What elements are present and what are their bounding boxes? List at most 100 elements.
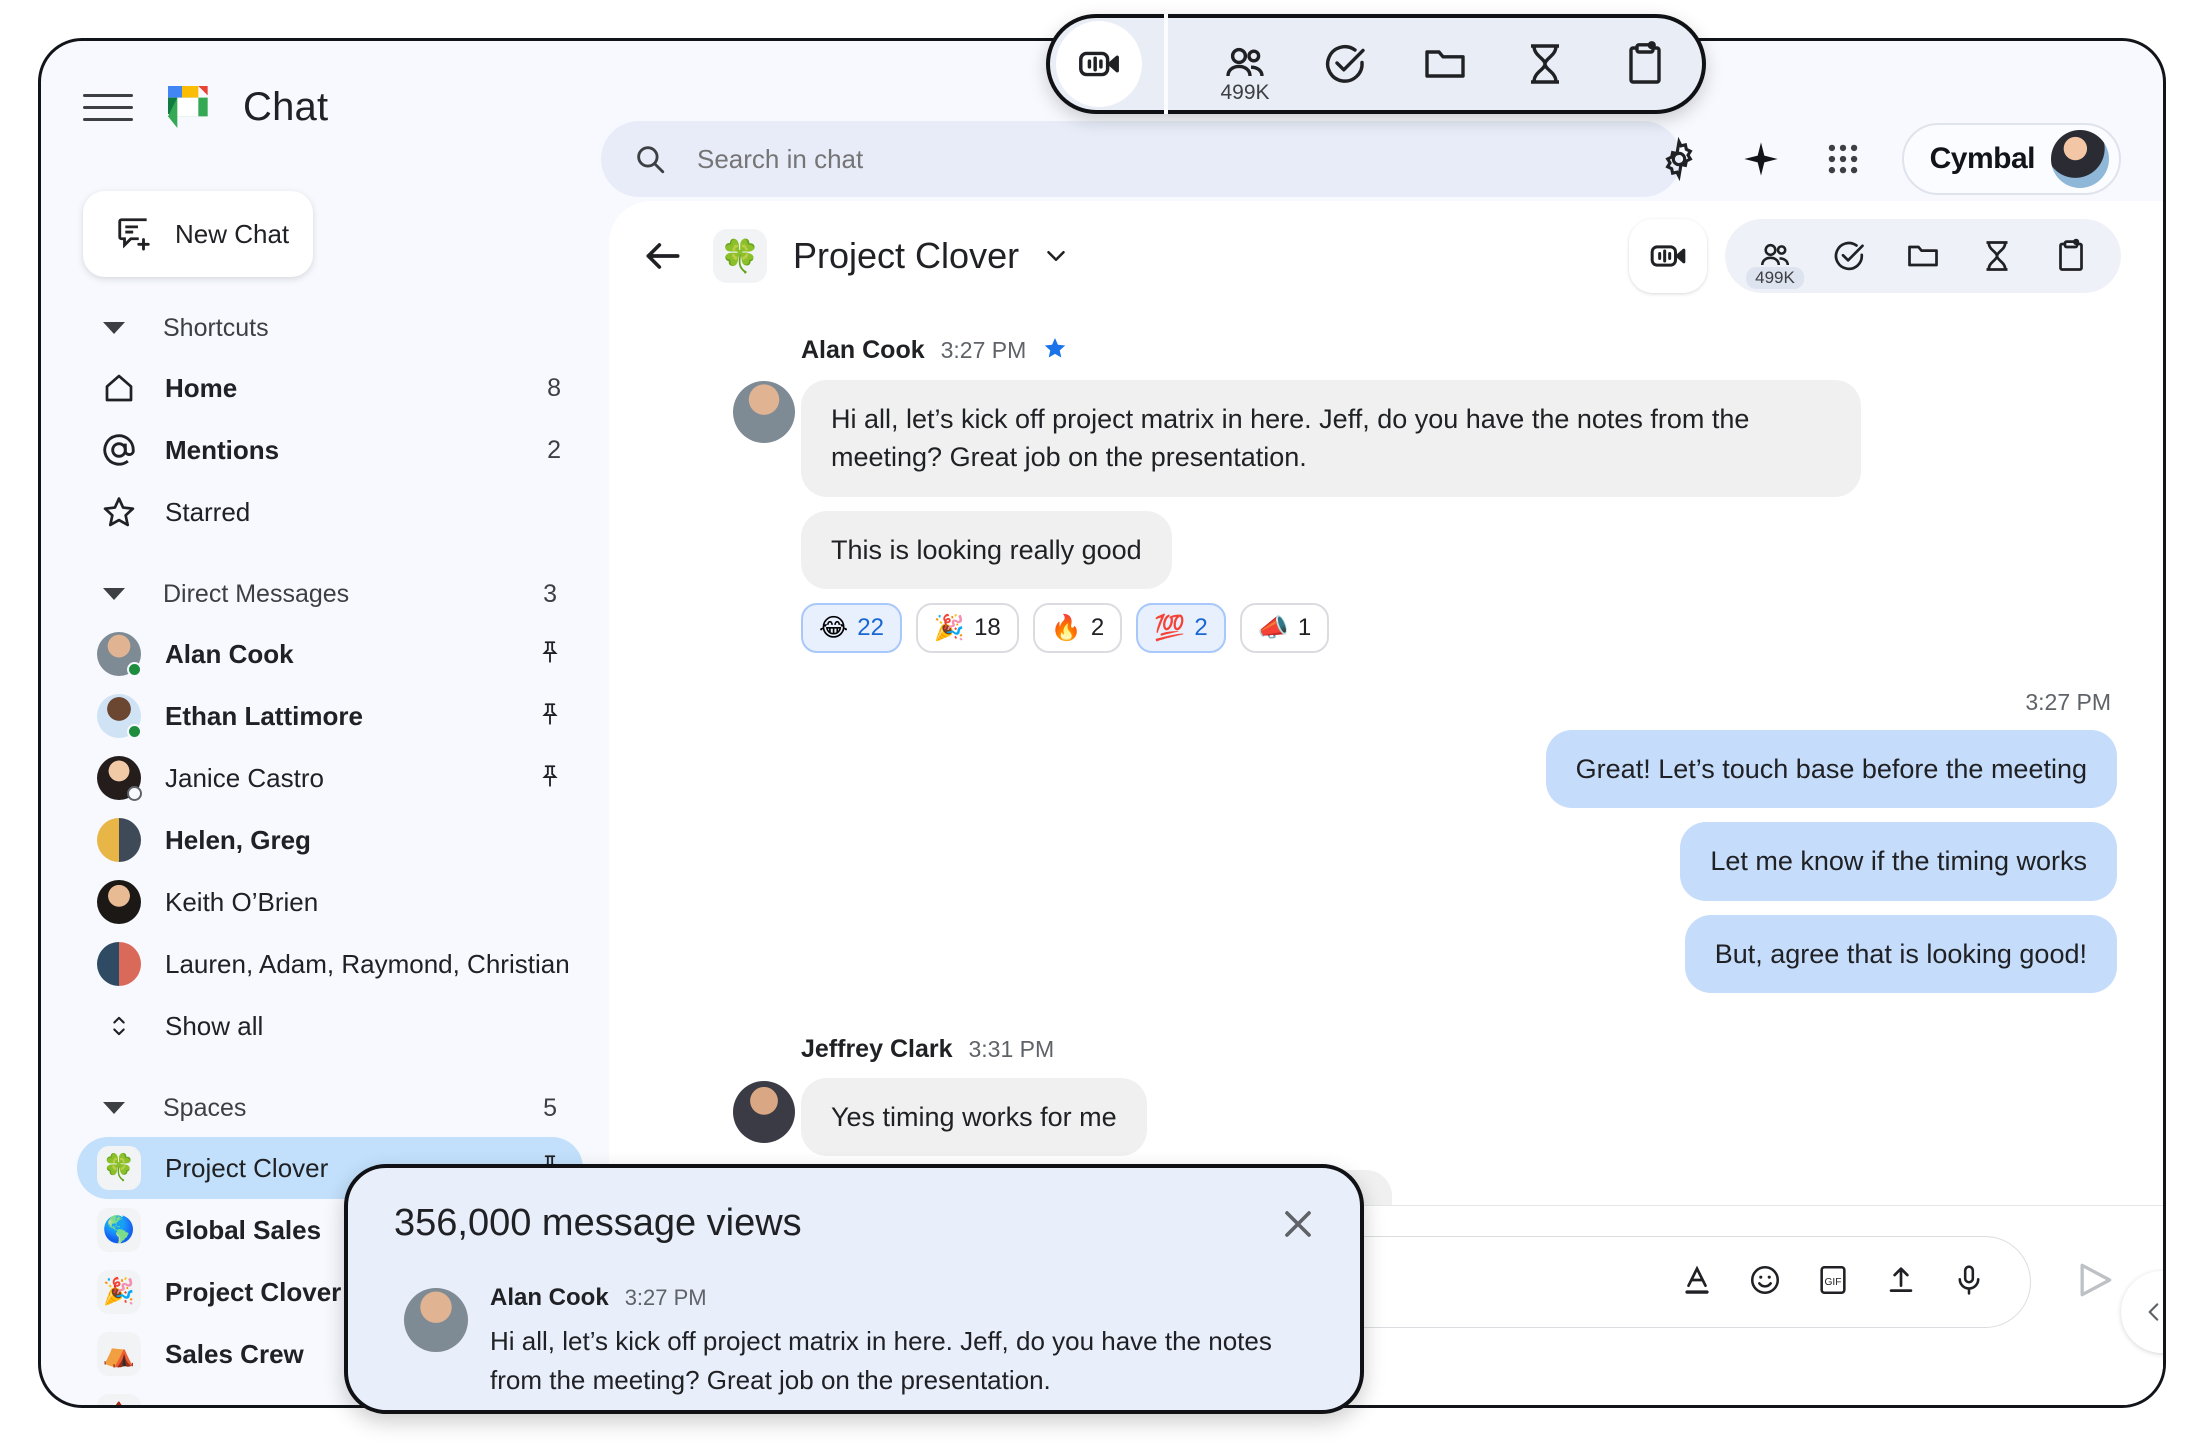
page-title: Project Clover	[793, 235, 1019, 277]
message-bubble: Great! Let’s touch base before the meeti…	[1546, 730, 2117, 808]
show-all-label: Show all	[165, 1011, 263, 1042]
avatar	[733, 381, 795, 443]
grid-apps-icon[interactable]	[1820, 136, 1866, 182]
search-input[interactable]	[697, 144, 1397, 175]
message-time: 3:27 PM	[941, 337, 1027, 364]
video-huddle-icon[interactable]	[1629, 219, 1707, 293]
section-header-shortcuts[interactable]: Shortcuts	[41, 299, 609, 357]
at-mention-icon	[97, 428, 141, 472]
popup-title: 356,000 message views	[394, 1202, 802, 1245]
toolbar-divider	[1164, 14, 1168, 114]
send-icon[interactable]	[2073, 1258, 2117, 1307]
pin-icon[interactable]	[537, 701, 563, 732]
sidebar-item-label: Alan Cook	[165, 639, 294, 670]
people-icon[interactable]: 499K	[1743, 225, 1807, 287]
popup-message-meta: Alan Cook 3:27 PM	[490, 1284, 1310, 1312]
star-filled-icon[interactable]	[1042, 335, 1068, 366]
avatar	[97, 942, 141, 986]
avatar	[97, 694, 141, 738]
sidebar-item-keith-obrien[interactable]: Keith O’Brien	[77, 871, 583, 933]
sidebar-item-label: Janice Castro	[165, 763, 324, 794]
format-text-icon[interactable]	[1680, 1263, 1714, 1302]
space-emoji-icon: 🏰	[97, 1394, 141, 1405]
reaction-chip[interactable]: 🔥 2	[1033, 603, 1123, 653]
clipboard-icon[interactable]	[1610, 29, 1680, 99]
avatar	[97, 756, 141, 800]
sidebar-item-group-dm[interactable]: Lauren, Adam, Raymond, Christian	[77, 933, 583, 995]
reaction-count: 18	[974, 614, 1001, 642]
upload-icon[interactable]	[1884, 1263, 1918, 1302]
message-time: 3:27 PM	[625, 1285, 707, 1311]
message-views-popup: 356,000 message views Alan Cook 3:27 PM …	[344, 1164, 1364, 1414]
new-chat-button[interactable]: New Chat	[83, 191, 313, 277]
sidebar-item-ethan-lattimore[interactable]: Ethan Lattimore	[77, 685, 583, 747]
chevron-down-icon[interactable]	[1041, 241, 1071, 271]
sidebar-item-janice-castro[interactable]: Janice Castro	[77, 747, 583, 809]
conversation-header: 🍀 Project Clover	[609, 201, 2163, 311]
member-count-badge: 499K	[1220, 81, 1269, 105]
check-circle-icon[interactable]	[1817, 225, 1881, 287]
expand-icon	[97, 1004, 141, 1048]
search-bar[interactable]	[601, 121, 1681, 197]
space-emoji-icon: 🍀	[97, 1146, 141, 1190]
account-chip[interactable]: Cymbal	[1902, 123, 2121, 195]
sparkle-icon[interactable]	[1738, 136, 1784, 182]
presence-online-icon	[127, 724, 142, 739]
sidebar-item-label: Ethan Lattimore	[165, 701, 363, 732]
home-icon	[97, 366, 141, 410]
microphone-icon[interactable]	[1952, 1263, 1986, 1302]
reaction-emoji: 🔥	[1051, 613, 1082, 643]
section-label: Direct Messages	[163, 580, 349, 609]
svg-text:GIF: GIF	[1825, 1276, 1842, 1287]
section-header-spaces[interactable]: Spaces 5	[41, 1079, 609, 1137]
search-icon	[633, 142, 667, 176]
people-icon[interactable]: 499K	[1210, 29, 1280, 99]
reaction-emoji: 😂	[819, 613, 848, 642]
pin-icon[interactable]	[537, 763, 563, 794]
avatar	[404, 1288, 468, 1352]
chevron-down-icon	[103, 1102, 125, 1114]
folder-icon[interactable]	[1891, 225, 1955, 287]
hourglass-icon[interactable]	[1965, 225, 2029, 287]
clipboard-icon[interactable]	[2039, 225, 2103, 287]
conversation-tools: 499K	[1629, 219, 2121, 293]
floating-toolbar-items: 499K	[1210, 29, 1680, 99]
video-huddle-icon[interactable]	[1056, 21, 1142, 107]
message-author: Alan Cook	[490, 1284, 609, 1312]
unread-count: 2	[547, 436, 561, 465]
section-header-direct-messages[interactable]: Direct Messages 3	[41, 565, 609, 623]
sidebar-item-label: Starred	[165, 497, 250, 528]
space-emoji-icon: 🌎	[97, 1208, 141, 1252]
message-group-outgoing: 3:27 PM Great! Let’s touch base before t…	[655, 689, 2117, 993]
sidebar-item-label: Marketing EMEA	[165, 1401, 370, 1406]
folder-icon[interactable]	[1410, 29, 1480, 99]
sidebar-item-mentions[interactable]: Mentions 2	[77, 419, 583, 481]
reaction-chip[interactable]: 💯 2	[1136, 603, 1226, 653]
sidebar-item-label: Home	[165, 373, 237, 404]
pin-icon[interactable]	[537, 639, 563, 670]
sidebar-item-home[interactable]: Home 8	[77, 357, 583, 419]
reaction-count: 2	[1091, 614, 1104, 642]
gear-icon[interactable]	[1656, 136, 1702, 182]
sidebar-item-starred[interactable]: Starred	[77, 481, 583, 543]
composer-tools: GIF	[1680, 1263, 1986, 1302]
check-circle-icon[interactable]	[1310, 29, 1380, 99]
google-chat-logo-icon	[161, 79, 217, 135]
emoji-icon[interactable]	[1748, 1263, 1782, 1302]
avatar[interactable]	[2051, 130, 2109, 188]
back-arrow-icon[interactable]	[641, 234, 685, 278]
sidebar-item-alan-cook[interactable]: Alan Cook	[77, 623, 583, 685]
space-emoji-icon: ⛺	[97, 1332, 141, 1376]
reaction-chip[interactable]: 😂 22	[801, 603, 902, 653]
hamburger-menu-icon[interactable]	[83, 82, 133, 132]
hourglass-icon[interactable]	[1510, 29, 1580, 99]
chevron-left-icon[interactable]	[2121, 1271, 2163, 1353]
reaction-chip[interactable]: 🎉 18	[916, 603, 1019, 653]
show-all-direct-messages[interactable]: Show all	[77, 995, 583, 1057]
gif-icon[interactable]: GIF	[1816, 1263, 1850, 1302]
close-icon[interactable]	[1276, 1202, 1320, 1246]
reaction-chip[interactable]: 📣 1	[1240, 603, 1330, 653]
sidebar-item-helen-greg[interactable]: Helen, Greg	[77, 809, 583, 871]
message-time: 3:31 PM	[968, 1036, 1054, 1063]
reaction-emoji: 🎉	[934, 613, 965, 643]
